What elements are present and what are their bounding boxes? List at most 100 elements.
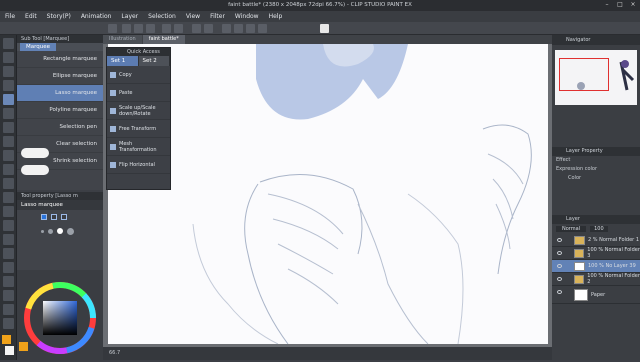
- folder-icon: [574, 248, 585, 258]
- flip-horizontal-button[interactable]: Flip Horizontal: [107, 156, 170, 174]
- correct-line-tool-icon[interactable]: [3, 318, 14, 329]
- effect-label: Effect: [556, 157, 571, 163]
- copy-button[interactable]: Copy: [107, 66, 170, 84]
- mesh-transformation-button[interactable]: Mesh Transformation: [107, 138, 170, 156]
- menu-view[interactable]: View: [181, 13, 205, 20]
- eraser-tool-icon[interactable]: [3, 192, 14, 203]
- menu-filter[interactable]: Filter: [205, 13, 230, 20]
- tab-set-2[interactable]: Set 2: [138, 56, 170, 66]
- window-title: faint battle* (2380 x 2048px 72dpi 66.7%…: [228, 2, 412, 8]
- subtool-group-tab[interactable]: Marquee: [20, 43, 57, 51]
- layer-row[interactable]: Paper: [552, 286, 640, 304]
- expression-color-value[interactable]: Color: [552, 174, 640, 183]
- clear-icon[interactable]: [192, 24, 201, 33]
- redo-icon[interactable]: [174, 24, 183, 33]
- fill-icon[interactable]: [204, 24, 213, 33]
- brush-stroke-preview: [21, 165, 49, 175]
- aa-none-option[interactable]: [41, 229, 44, 233]
- zoom-level[interactable]: 66.7: [109, 350, 120, 356]
- close-button[interactable]: ×: [628, 1, 638, 9]
- aa-medium-option[interactable]: [57, 228, 63, 234]
- zoom-tool-icon[interactable]: [3, 38, 14, 49]
- new-icon[interactable]: [122, 24, 131, 33]
- layer-controls: Normal 100: [552, 224, 640, 234]
- color-wheel[interactable]: [17, 270, 103, 360]
- save-icon[interactable]: [146, 24, 155, 33]
- brush-tool-icon[interactable]: [3, 150, 14, 161]
- blend-tool-icon[interactable]: [3, 206, 14, 217]
- airbrush-tool-icon[interactable]: [3, 164, 14, 175]
- tab-faint-battle[interactable]: faint battle*: [142, 35, 185, 44]
- visibility-icon[interactable]: [557, 251, 562, 255]
- pencil-tool-icon[interactable]: [3, 136, 14, 147]
- visibility-icon[interactable]: [557, 264, 562, 268]
- blend-mode-select[interactable]: Normal: [556, 226, 587, 232]
- fill-tool-icon[interactable]: [3, 220, 14, 231]
- tool-property-header: Tool property [Lasso m: [17, 192, 103, 200]
- object-tool-icon[interactable]: [3, 66, 14, 77]
- pen-tool-icon[interactable]: [3, 122, 14, 133]
- menu-story[interactable]: Story(P): [42, 13, 76, 20]
- new-selection-option[interactable]: [41, 214, 47, 220]
- frame-tool-icon[interactable]: [3, 262, 14, 273]
- subtool-item[interactable]: Rectangle marquee: [17, 51, 103, 68]
- aa-weak-option[interactable]: [48, 228, 53, 234]
- clip-logo-icon[interactable]: [320, 24, 329, 33]
- scale-rotate-button[interactable]: Scale up/Scale down/Rotate: [107, 102, 170, 120]
- visibility-icon[interactable]: [557, 238, 562, 242]
- subtool-item[interactable]: Polyline marquee: [17, 102, 103, 119]
- drawing-canvas[interactable]: [108, 44, 548, 344]
- layer-row[interactable]: 100 % Normal Folder 2: [552, 273, 640, 286]
- menu-help[interactable]: Help: [264, 13, 288, 20]
- selection-off-icon[interactable]: [222, 24, 231, 33]
- aa-strong-option[interactable]: [67, 227, 74, 235]
- tab-illustration[interactable]: Illustration: [103, 35, 142, 44]
- navigator-preview[interactable]: [555, 50, 637, 105]
- navigator-header: Navigator: [552, 35, 640, 45]
- selection-layer-icon[interactable]: [246, 24, 255, 33]
- visibility-icon[interactable]: [557, 277, 562, 281]
- auto-select-tool-icon[interactable]: [3, 108, 14, 119]
- add-selection-option[interactable]: [51, 214, 57, 220]
- navigator-view-rect[interactable]: [559, 58, 609, 91]
- open-icon[interactable]: [134, 24, 143, 33]
- ruler-icon[interactable]: [258, 24, 267, 33]
- decoration-tool-icon[interactable]: [3, 178, 14, 189]
- copy-label: Copy: [119, 71, 132, 78]
- ruler-tool-icon[interactable]: [3, 276, 14, 287]
- layer-row[interactable]: 2 % Normal Folder 1: [552, 234, 640, 247]
- minimize-button[interactable]: –: [602, 1, 612, 9]
- layer-row[interactable]: 100 % No Layer 39: [552, 260, 640, 273]
- menu-window[interactable]: Window: [230, 13, 264, 20]
- clip-studio-icon[interactable]: [108, 24, 117, 33]
- subtool-item[interactable]: Lasso marquee: [17, 85, 103, 102]
- layer-row[interactable]: 100 % Normal Folder 3: [552, 247, 640, 260]
- undo-icon[interactable]: [162, 24, 171, 33]
- menu-animation[interactable]: Animation: [76, 13, 117, 20]
- paste-button[interactable]: Paste: [107, 84, 170, 102]
- balloon-tool-icon[interactable]: [3, 304, 14, 315]
- menu-file[interactable]: File: [0, 13, 20, 20]
- flip-horizontal-label: Flip Horizontal: [119, 161, 155, 168]
- free-transform-button[interactable]: Free Transform: [107, 120, 170, 138]
- text-tool-icon[interactable]: [3, 290, 14, 301]
- figure-tool-icon[interactable]: [3, 248, 14, 259]
- invert-selection-icon[interactable]: [234, 24, 243, 33]
- opacity-field[interactable]: 100: [590, 226, 608, 232]
- visibility-icon[interactable]: [557, 290, 562, 294]
- menu-selection[interactable]: Selection: [143, 13, 181, 20]
- move-tool-icon[interactable]: [3, 52, 14, 63]
- expression-color-label: Expression color: [556, 166, 598, 172]
- marquee-tool-icon[interactable]: [3, 94, 14, 105]
- subtract-selection-option[interactable]: [61, 214, 67, 220]
- subtool-item[interactable]: Selection pen: [17, 119, 103, 136]
- maximize-button[interactable]: □: [615, 1, 625, 9]
- tab-set-1[interactable]: Set 1: [107, 56, 139, 66]
- main-color-swatch[interactable]: [2, 335, 11, 344]
- sub-color-swatch[interactable]: [5, 346, 14, 355]
- subtool-item[interactable]: Ellipse marquee: [17, 68, 103, 85]
- menu-edit[interactable]: Edit: [20, 13, 42, 20]
- gradient-tool-icon[interactable]: [3, 234, 14, 245]
- menu-layer[interactable]: Layer: [116, 13, 143, 20]
- eyedropper-tool-icon[interactable]: [3, 80, 14, 91]
